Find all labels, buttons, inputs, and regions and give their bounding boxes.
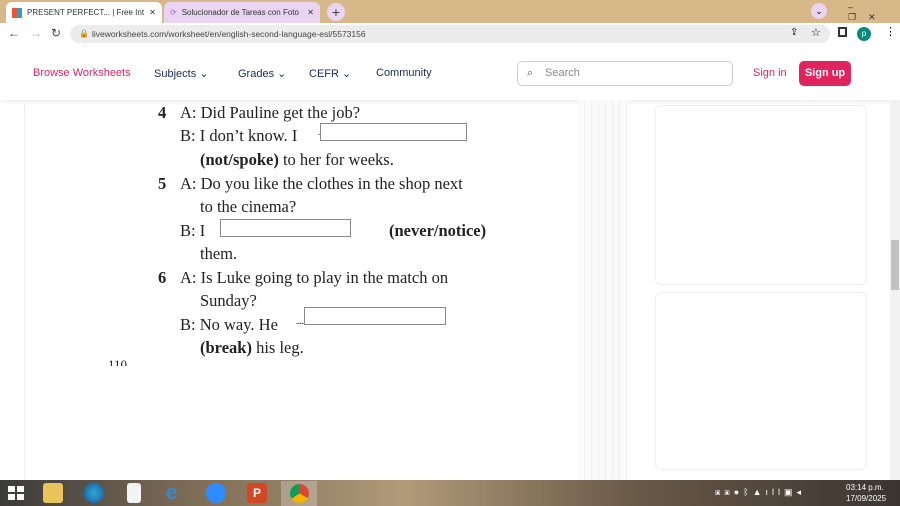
close-tab-icon[interactable]: ✕ (149, 8, 156, 17)
subjects-label: Subjects (154, 68, 197, 80)
worksheet-line: them. (200, 244, 238, 263)
reload-icon[interactable]: ↻ (51, 26, 61, 40)
answer-input-6[interactable] (304, 307, 446, 325)
chevron-down-icon: ⌄ (342, 68, 352, 80)
question-number: 5 (158, 174, 167, 193)
lock-icon: 🔒 (79, 29, 89, 38)
clock-time: 03:14 p.m. (846, 483, 884, 492)
worksheet-line: B: I (180, 221, 206, 240)
system-tray-icons[interactable]: ▣▣●ᛒ▲ıll▣◂ (715, 487, 805, 498)
verb-hint: (not/spoke) (200, 150, 279, 169)
side-panel-icon[interactable] (838, 27, 847, 37)
subjects-dropdown[interactable]: Subjects ⌄ (154, 67, 208, 80)
cefr-dropdown[interactable]: CEFR ⌄ (309, 67, 351, 80)
sign-up-button[interactable]: Sign up (799, 61, 851, 86)
site-favicon-icon (12, 7, 22, 18)
tab-title: PRESENT PERFECT... | Free Interac (27, 8, 145, 17)
worksheet-line: to her for weeks. (278, 150, 394, 169)
grades-label: Grades (238, 68, 275, 80)
powerpoint-icon[interactable]: P (247, 483, 267, 503)
sidebar-ad-box (655, 105, 867, 285)
tab-favicon-icon: ⟳ (170, 8, 177, 17)
search-input[interactable]: ⌕ Search (517, 61, 733, 86)
grades-dropdown[interactable]: Grades ⌄ (238, 67, 286, 80)
sidebar-ad-box (655, 292, 867, 470)
search-icon: ⌕ (527, 67, 534, 79)
scrollbar[interactable] (890, 100, 900, 480)
file-explorer-icon[interactable] (43, 483, 63, 503)
tab-title: Solucionador de Tareas con Foto (181, 8, 299, 17)
clock-date: 17/09/2025 (846, 494, 887, 503)
worksheet-line: A: Is Luke going to play in the match on (180, 268, 449, 287)
menu-icon[interactable]: ⋮ (885, 25, 896, 38)
window-controls[interactable]: –❐✕ (848, 2, 900, 23)
page-number: 110 (108, 358, 128, 366)
question-number: 6 (158, 268, 167, 287)
zoom-icon[interactable] (206, 483, 226, 503)
worksheet-line: B: No way. He (180, 315, 278, 334)
worksheet-line: A: Do you like the clothes in the shop n… (180, 174, 463, 193)
back-icon[interactable]: ← (8, 26, 20, 40)
clock[interactable]: 03:14 p.m. 17/09/2025 (846, 482, 886, 504)
chrome-taskbar-button[interactable] (281, 481, 317, 506)
windows-start-icon[interactable] (8, 486, 24, 500)
url-text: liveworksheets.com/worksheet/en/english-… (92, 29, 366, 39)
share-icon[interactable]: ⇪ (790, 27, 798, 38)
internet-explorer-icon[interactable]: e (166, 483, 186, 503)
document-icon[interactable] (127, 483, 141, 503)
question-number: 4 (158, 103, 167, 122)
verb-hint: (never/notice) (389, 221, 487, 240)
cefr-label: CEFR (309, 68, 339, 80)
search-placeholder: Search (545, 67, 580, 79)
worksheet-texture (578, 100, 628, 480)
worksheet-line: his leg. (251, 338, 304, 357)
chevron-down-icon: ⌄ (277, 68, 287, 80)
profile-avatar[interactable]: p (857, 27, 871, 41)
worksheet-line: Sunday? (200, 291, 257, 310)
scrollbar-thumb[interactable] (891, 240, 899, 290)
community-link[interactable]: Community (376, 67, 432, 79)
edge-icon[interactable] (84, 483, 104, 503)
bookmark-star-icon[interactable]: ☆ (811, 26, 821, 39)
verb-hint: (break) (200, 338, 252, 357)
close-tab-icon[interactable]: ✕ (307, 8, 314, 17)
new-tab-button[interactable]: + (327, 3, 345, 21)
forward-icon[interactable]: → (30, 26, 42, 40)
worksheet-line: B: I don’t know. I (180, 126, 298, 145)
tab-solucionador[interactable]: ⟳ Solucionador de Tareas con Foto ✕ (164, 2, 320, 23)
sign-in-link[interactable]: Sign in (753, 67, 787, 79)
url-bar[interactable]: 🔒 liveworksheets.com/worksheet/en/english… (70, 25, 830, 43)
chrome-icon (289, 484, 309, 503)
tab-search-icon[interactable]: ⌄ (811, 3, 827, 19)
tab-present-perfect[interactable]: PRESENT PERFECT... | Free Interac ✕ (6, 2, 162, 23)
worksheet-line: A: Did Pauline get the job? (180, 103, 361, 122)
answer-input-5[interactable] (220, 219, 351, 237)
chevron-down-icon: ⌄ (199, 68, 209, 80)
answer-input-4[interactable] (320, 123, 467, 141)
browse-worksheets-link[interactable]: Browse Worksheets (33, 67, 131, 79)
worksheet-line: to the cinema? (200, 197, 297, 216)
